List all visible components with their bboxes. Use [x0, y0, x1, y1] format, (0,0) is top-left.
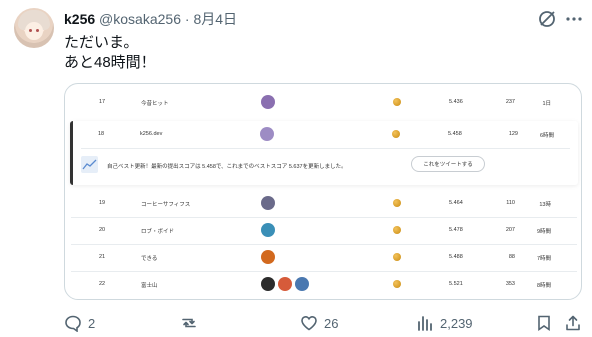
grok-icon[interactable]	[537, 9, 557, 29]
contestant-name: コーヒーサフィフス	[141, 202, 191, 208]
language-icon	[261, 196, 275, 210]
elapsed-time: 8時間	[536, 283, 551, 289]
ranking-row: 20 ロブ・ボイド 5.478 207 9時間	[71, 217, 577, 244]
submission-count: 207	[505, 227, 515, 233]
ranking-row: 22 富士山 5.521 353 8時間	[71, 271, 577, 298]
view-count: 2,239	[440, 315, 473, 331]
rank: 17	[99, 99, 106, 105]
elapsed-time: 1日	[542, 101, 551, 107]
like-button[interactable]: 26	[300, 314, 338, 332]
chart-trend-icon	[81, 156, 98, 173]
language-icon	[261, 95, 275, 109]
rank: 21	[99, 254, 106, 260]
language-icon	[295, 277, 309, 291]
submission-count: 129	[508, 131, 518, 137]
score: 5.458	[448, 131, 462, 137]
ranking-row: 21 できる 5.488 88 7時間	[71, 244, 577, 271]
reply-icon	[65, 315, 81, 332]
score: 5.436	[449, 99, 463, 105]
score: 5.488	[449, 254, 463, 260]
bookmark-icon	[538, 315, 550, 332]
contestant-name: k256.dev	[140, 131, 163, 137]
rank: 20	[99, 227, 106, 233]
contestant-name: 今昔ヒット	[141, 101, 169, 107]
author-name[interactable]: k256	[64, 11, 95, 27]
submission-count: 237	[505, 99, 515, 105]
like-count: 26	[324, 315, 339, 331]
tweet-this-button[interactable]: これをツイートする	[411, 156, 485, 172]
rank: 19	[99, 200, 106, 206]
language-icon	[261, 250, 275, 264]
elapsed-time: 7時間	[536, 256, 551, 262]
language-icon	[261, 223, 275, 237]
tweet-actions: 2 26 2,239	[0, 314, 592, 334]
score: 5.464	[449, 200, 463, 206]
author-handle[interactable]: @kosaka256	[99, 11, 181, 27]
best-score-notice: 自己ベスト更新！最新の提出スコアは 5.458で、これまでのベストスコア 5.6…	[107, 164, 347, 170]
tweet-text: ただいま。 あと48時間！	[64, 34, 156, 71]
views-icon	[418, 316, 432, 331]
tweet-header: k256 @kosaka256 · 8月4日	[64, 10, 237, 28]
contestant-name: 富士山	[141, 283, 158, 289]
submission-count: 88	[508, 254, 515, 260]
separator: ·	[184, 11, 190, 27]
heart-icon	[301, 315, 317, 331]
coin-icon	[393, 199, 401, 207]
reply-count: 2	[88, 315, 96, 331]
ranking-row: 18 k256.dev 5.458 129 6時間	[73, 121, 578, 148]
avatar-eye	[29, 29, 32, 32]
views-button[interactable]: 2,239	[416, 314, 473, 332]
share-button[interactable]	[564, 314, 582, 332]
ranking-row: 19 コーヒーサフィフス 5.464 110 13時	[71, 190, 577, 217]
ranking-card[interactable]: 17 今昔ヒット 5.436 237 1日 18 k256.dev 5.458 …	[64, 83, 582, 300]
language-icon	[278, 277, 292, 291]
submission-count: 353	[505, 281, 515, 287]
retweet-icon	[182, 318, 196, 328]
elapsed-time: 13時	[539, 202, 551, 208]
score: 5.478	[449, 227, 463, 233]
score: 5.521	[449, 281, 463, 287]
avatar[interactable]	[14, 8, 54, 48]
avatar-eye	[36, 29, 39, 32]
coin-icon	[393, 226, 401, 234]
coin-icon	[393, 253, 401, 261]
contestant-name: できる	[141, 256, 158, 262]
highlight-row: 18 k256.dev 5.458 129 6時間 自己ベスト更新！最新の提出ス…	[70, 121, 578, 185]
submission-count: 110	[506, 200, 515, 206]
avatar-face	[25, 22, 43, 40]
elapsed-time: 9時間	[536, 229, 551, 235]
language-icon	[261, 277, 275, 291]
retweet-button[interactable]	[180, 314, 204, 332]
reply-button[interactable]: 2	[64, 314, 95, 332]
bookmark-button[interactable]	[535, 314, 553, 332]
divider	[81, 148, 570, 149]
rank: 22	[99, 281, 106, 287]
ranking-row: 17 今昔ヒット 5.436 237 1日	[71, 89, 577, 116]
elapsed-time: 6時間	[539, 133, 554, 139]
more-icon[interactable]	[564, 10, 584, 28]
rank: 18	[98, 131, 105, 137]
coin-icon	[393, 98, 401, 106]
coin-icon	[392, 130, 400, 138]
contestant-name: ロブ・ボイド	[141, 229, 175, 235]
coin-icon	[393, 280, 401, 288]
share-icon	[566, 315, 580, 331]
tweet-date[interactable]: 8月4日	[193, 11, 237, 27]
language-icon	[260, 127, 274, 141]
